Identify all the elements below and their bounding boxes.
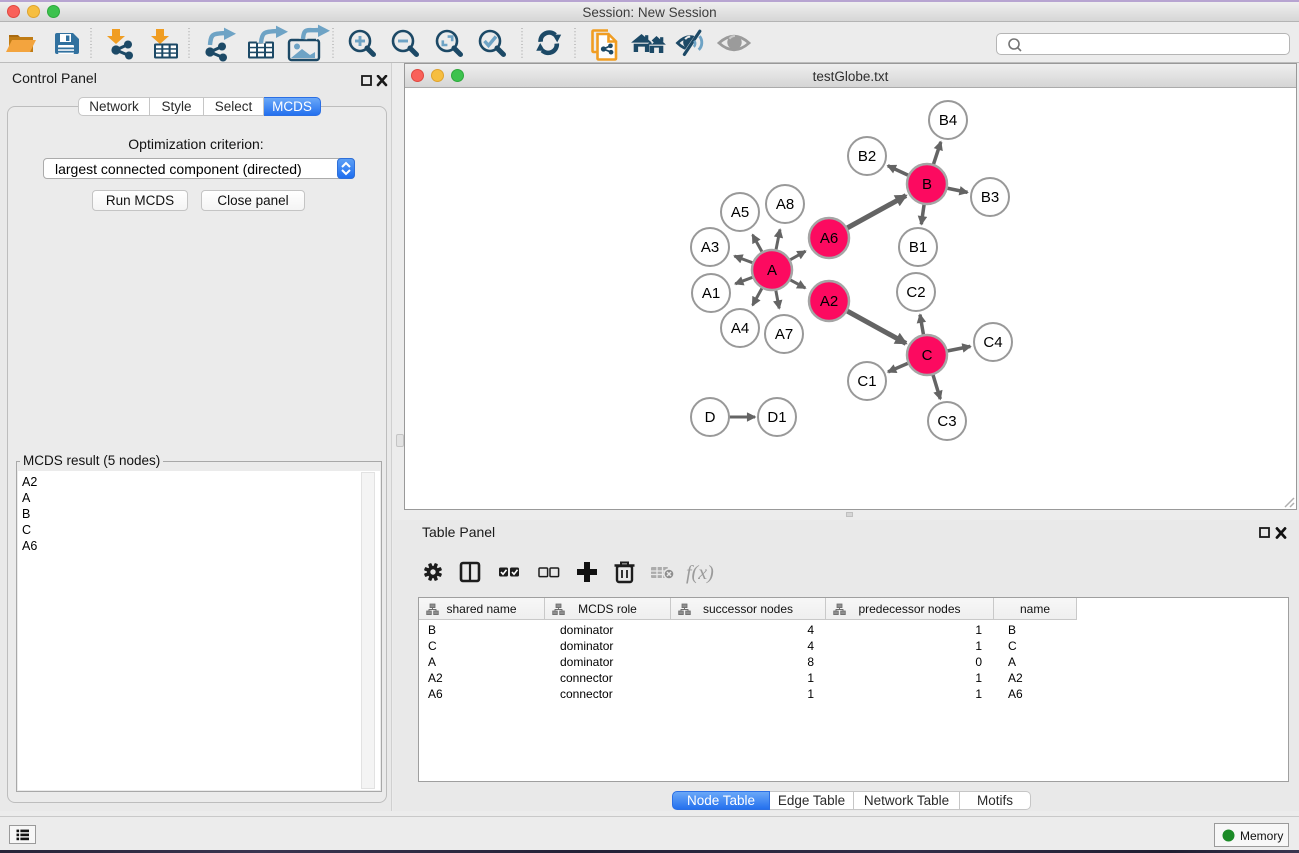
svg-text:D: D [705, 409, 716, 426]
svg-text:D1: D1 [767, 409, 786, 426]
svg-text:B4: B4 [939, 112, 957, 129]
svg-text:B1: B1 [909, 239, 927, 256]
svg-text:B3: B3 [981, 189, 999, 206]
svg-text:A4: A4 [731, 320, 749, 337]
svg-text:C: C [922, 347, 933, 364]
svg-text:B2: B2 [858, 148, 876, 165]
svg-text:A7: A7 [775, 326, 793, 343]
svg-text:A8: A8 [776, 196, 794, 213]
svg-text:A6: A6 [820, 230, 838, 247]
svg-text:A2: A2 [820, 293, 838, 310]
svg-text:f(x): f(x) [686, 562, 714, 584]
svg-text:A5: A5 [731, 204, 749, 221]
svg-text:C4: C4 [983, 334, 1002, 351]
svg-text:C3: C3 [937, 413, 956, 430]
svg-text:C2: C2 [906, 284, 925, 301]
svg-text:A: A [767, 262, 777, 279]
svg-text:B: B [922, 176, 932, 193]
svg-text:A1: A1 [702, 285, 720, 302]
svg-text:A3: A3 [701, 239, 719, 256]
svg-text:C1: C1 [857, 373, 876, 390]
